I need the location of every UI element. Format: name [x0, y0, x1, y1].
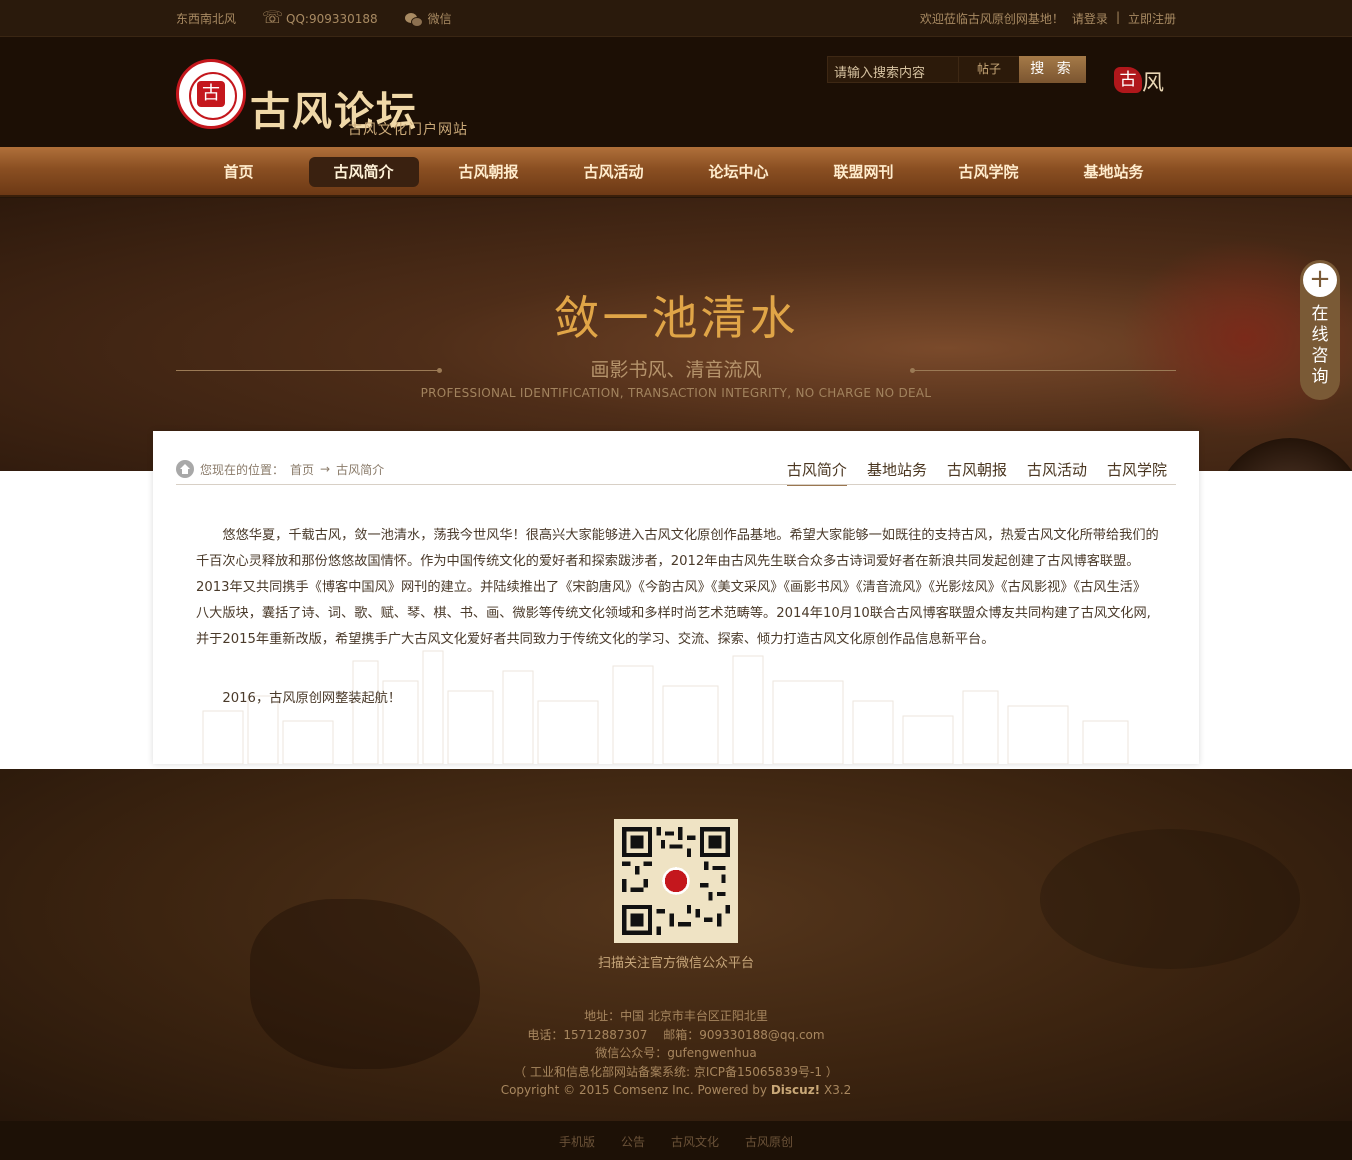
nav-item[interactable]: 基地站务: [1051, 147, 1176, 197]
search-input[interactable]: 请输入搜索内容: [827, 56, 959, 83]
footer-copyright: Copyright © 2015 Comsenz Inc. Powered by…: [0, 1081, 1352, 1100]
section-tab[interactable]: 基地站务: [867, 459, 927, 486]
wechat-qr-code: [614, 819, 738, 943]
breadcrumb-home[interactable]: 首页: [290, 461, 314, 478]
site-short-name[interactable]: 东西南北风: [176, 10, 236, 27]
nav-item-label: 古风简介: [308, 157, 419, 187]
home-icon[interactable]: [176, 460, 194, 478]
intro-paragraph: 悠悠华夏，千载古风，敛一池清水，荡我今世风华！很高兴大家能够进入古风文化原创作品…: [196, 528, 1159, 647]
header: 古 古风论坛 古风文化门户网站 请输入搜索内容 帖子 搜 索 古 风: [0, 37, 1352, 147]
online-consult-button[interactable]: + 在 线 咨 询: [1300, 260, 1340, 400]
search-bar: 请输入搜索内容 帖子 搜 索: [827, 56, 1086, 83]
footer-address: 地址：中国 北京市丰台区正阳北里: [584, 1009, 768, 1023]
discuz-link[interactable]: Discuz!: [771, 1083, 820, 1097]
section-tab[interactable]: 古风活动: [1027, 459, 1087, 486]
footer-contact: 电话：15712887307 邮箱：909330188@qq.com: [527, 1027, 825, 1042]
nav-item[interactable]: 古风简介: [301, 147, 426, 197]
wechat-link[interactable]: 微信: [428, 10, 452, 27]
banner-coin-decoration: [1215, 438, 1352, 471]
banner-title: 敛一池清水: [553, 291, 799, 345]
logo-seal[interactable]: 古: [176, 59, 246, 129]
consult-char: 询: [1311, 367, 1329, 387]
banner-divider-right: [910, 368, 1176, 373]
bottom-links-bar: 手机版 公告 古风文化 古风原创: [0, 1121, 1352, 1160]
footer-icp[interactable]: （ 工业和信息化部网站备案系统: 京ICP备15065839号-1 ）: [0, 1063, 1352, 1082]
nav-item[interactable]: 古风朝报: [426, 147, 551, 197]
qr-code-image: [622, 827, 730, 935]
breadcrumb-current[interactable]: 古风简介: [336, 461, 384, 478]
footer-link[interactable]: 古风原创: [745, 1133, 793, 1150]
consult-char: 在: [1311, 304, 1329, 324]
divider: |: [1115, 10, 1120, 24]
consult-char: 线: [1311, 325, 1329, 345]
brand-mark-seal: 古: [1114, 67, 1142, 93]
footer-wechat-id: 微信公众号：gufengwenhua: [595, 1046, 757, 1060]
search-button[interactable]: 搜 索: [1019, 56, 1086, 83]
wechat-icon: [404, 11, 423, 27]
nav-item-label: 古风朝报: [458, 163, 519, 181]
breadcrumb: 您现在的位置： 首页 → 古风简介: [176, 460, 384, 478]
consult-char: 咨: [1311, 346, 1329, 366]
footer-info: 地址：中国 北京市丰台区正阳北里 电话：15712887307 邮箱：90933…: [0, 1007, 1352, 1100]
footer-link[interactable]: 公告: [621, 1133, 645, 1150]
nav-item[interactable]: 古风活动: [551, 147, 676, 197]
section-tab[interactable]: 古风学院: [1107, 459, 1167, 486]
gufeng-brand-mark: 古 风: [1112, 63, 1174, 97]
content-card: 您现在的位置： 首页 → 古风简介 古风简介 基地站务 古风朝报 古风活动 古风学院 悠…: [153, 431, 1199, 764]
breadcrumb-arrow: →: [320, 462, 331, 476]
nav-item-label: 基地站务: [1083, 163, 1144, 181]
nav-item[interactable]: 首页: [176, 147, 301, 197]
footer-brush-decoration: [1040, 829, 1300, 969]
section-tab[interactable]: 古风朝报: [947, 459, 1007, 486]
nav-item-label: 首页: [223, 163, 254, 181]
banner-subtitle: 画影书风、清音流风: [590, 359, 762, 381]
register-link[interactable]: 立即注册: [1128, 10, 1176, 27]
nav-item[interactable]: 联盟网刊: [801, 147, 926, 197]
plus-icon: +: [1303, 263, 1337, 297]
copyright-prefix: Copyright © 2015 Comsenz Inc. Powered by: [500, 1083, 771, 1097]
nav-item-label: 联盟网刊: [833, 163, 894, 181]
banner-english-tagline: PROFESSIONAL IDENTIFICATION, TRANSACTION…: [420, 386, 932, 400]
nav-item-label: 论坛中心: [708, 163, 769, 181]
content-divider: [176, 484, 1176, 485]
phone-icon: [262, 8, 283, 28]
logo-seal-char: 古: [197, 81, 225, 107]
brand-mark-text: 风: [1142, 71, 1165, 96]
footer: 扫描关注官方微信公众平台 地址：中国 北京市丰台区正阳北里 电话：1571288…: [0, 769, 1352, 1121]
section-tab[interactable]: 古风简介: [786, 459, 847, 486]
nav-item-label: 古风活动: [583, 163, 644, 181]
login-link[interactable]: 请登录: [1072, 10, 1108, 27]
section-tabs: 古风简介 基地站务 古风朝报 古风活动 古风学院: [786, 459, 1167, 486]
logo-subtitle: 古风文化门户网站: [348, 122, 468, 138]
nav-item[interactable]: 论坛中心: [676, 147, 801, 197]
nav-item[interactable]: 古风学院: [926, 147, 1051, 197]
search-type-select[interactable]: 帖子: [959, 56, 1019, 83]
top-bar: 东西南北风 QQ:909330188 微信 欢迎莅临古风原创网基地！ 请登录 |…: [0, 0, 1352, 37]
welcome-text: 欢迎莅临古风原创网基地！: [919, 12, 1064, 26]
consult-label: 在 线 咨 询: [1300, 304, 1340, 388]
footer-link[interactable]: 古风文化: [671, 1133, 719, 1150]
qq-number: QQ:909330188: [286, 11, 378, 26]
nav-item-label: 古风学院: [958, 163, 1019, 181]
copyright-version: X3.2: [820, 1083, 852, 1097]
main-nav: 首页 古风简介 古风朝报 古风活动 论坛中心 联盟网刊 古风学院 基地站务: [0, 147, 1352, 197]
breadcrumb-label: 您现在的位置：: [200, 462, 285, 477]
qr-caption: 扫描关注官方微信公众平台: [597, 956, 754, 971]
footer-link[interactable]: 手机版: [559, 1133, 595, 1150]
launch-paragraph: 2016，古风原创网整装起航！: [222, 691, 402, 706]
